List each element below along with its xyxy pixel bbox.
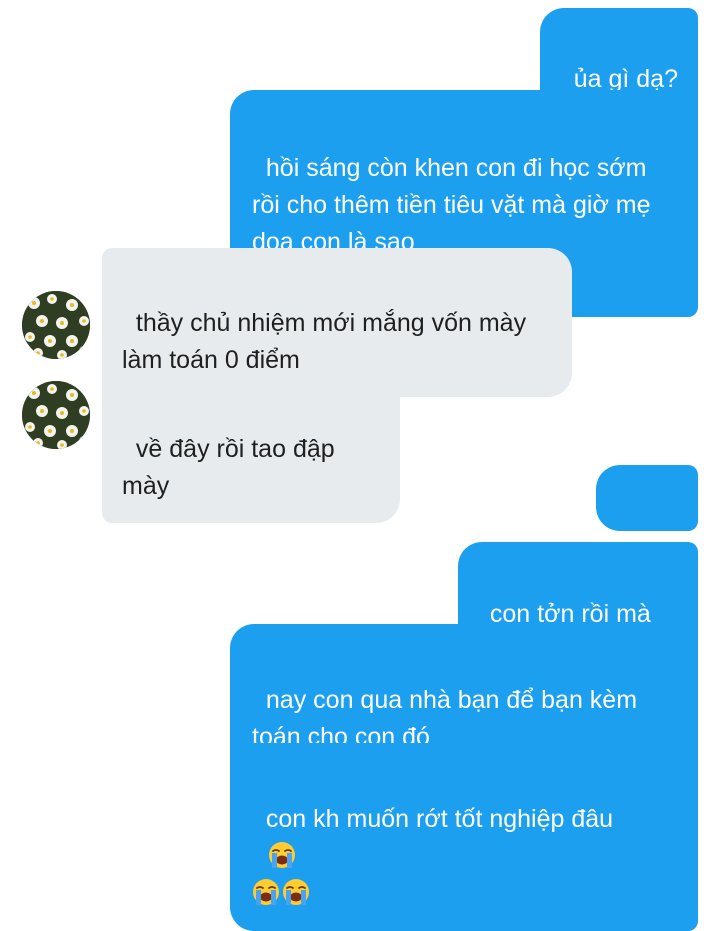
loudly-crying-face-emoji bbox=[282, 878, 310, 906]
message-text: ủa gì dạ? bbox=[573, 65, 678, 93]
daisy-flowers-avatar-icon bbox=[22, 381, 90, 449]
message-text: nay con qua nhà bạn để bạn kèm toán cho … bbox=[252, 686, 644, 751]
message-bubble-outgoing[interactable]: con kh muốn rớt tốt nghiệp đâu bbox=[230, 743, 698, 931]
message-bubble-outgoing[interactable] bbox=[596, 465, 698, 531]
contact-avatar[interactable] bbox=[22, 381, 90, 449]
message-bubble-incoming[interactable]: thầy chủ nhiệm mới mắng vốn mày làm toán… bbox=[102, 248, 572, 397]
contact-avatar[interactable] bbox=[22, 291, 90, 359]
loudly-crying-face-emoji bbox=[268, 841, 296, 869]
message-text: thầy chủ nhiệm mới mắng vốn mày làm toán… bbox=[122, 309, 534, 374]
message-text: hồi sáng còn khen con đi học sớm rồi cho… bbox=[252, 154, 658, 256]
message-text: về đây rồi tao đập mày bbox=[122, 435, 342, 500]
daisy-flowers-avatar-icon bbox=[22, 291, 90, 359]
message-bubble-incoming[interactable]: về đây rồi tao đập mày bbox=[102, 376, 400, 523]
loudly-crying-face-emoji bbox=[252, 878, 280, 906]
message-text: con kh muốn rớt tốt nghiệp đâu bbox=[265, 805, 614, 833]
